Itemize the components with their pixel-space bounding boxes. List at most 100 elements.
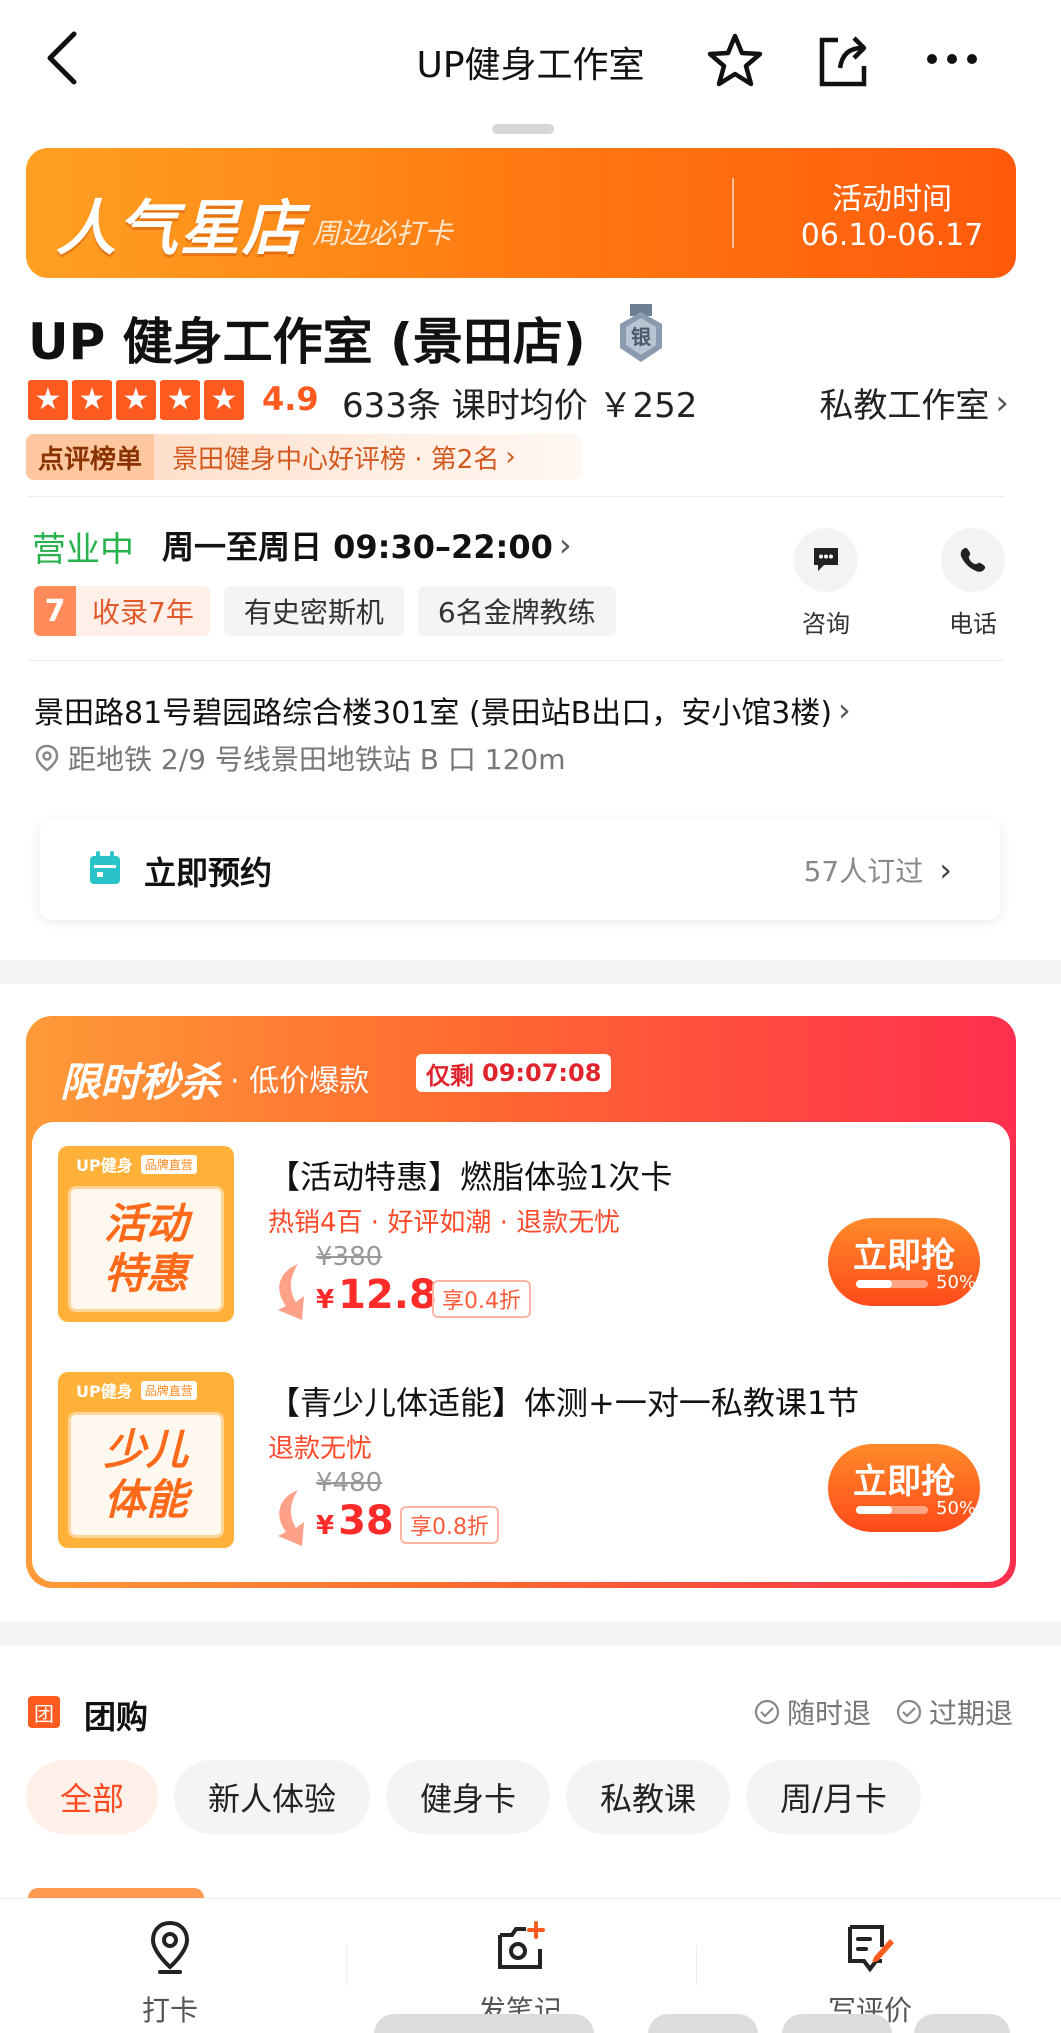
write-review-icon	[848, 1925, 894, 1973]
next-item-thumbnail-peek	[28, 1888, 204, 1898]
thumbnail-pill: 品牌直营	[140, 1380, 197, 1400]
booking-card[interactable]: 立即预约 57人订过 ›	[40, 818, 1000, 920]
sold-percent: 50%	[936, 1272, 977, 1293]
consult-button[interactable]: 咨询	[786, 528, 866, 639]
tab-divider	[346, 1945, 347, 1985]
chip-fitness-card[interactable]: 健身卡	[386, 1760, 551, 1834]
thumbnail-line: 少儿	[103, 1425, 188, 1474]
feature-tag: 6名金牌教练	[417, 586, 616, 636]
sold-progress-bar	[856, 1280, 928, 1288]
thumbnail-line: 活动	[103, 1199, 188, 1248]
grab-button-label: 立即抢	[853, 1236, 955, 1276]
listed-years-tag: 7 收录7年	[34, 586, 210, 636]
chevron-right-icon: ›	[558, 526, 572, 564]
booking-label: 立即预约	[144, 854, 273, 892]
price-drop-arrow-icon	[278, 1490, 304, 1546]
chevron-right-icon: ›	[838, 691, 851, 729]
overlay-shape	[374, 2014, 594, 2033]
address-link[interactable]: 景田路81号碧园路综合楼301室 (景田站B出口，安小馆3楼) ›	[34, 688, 851, 732]
section-gap	[0, 960, 1061, 984]
deal-highlights: 退款无忧	[268, 1434, 373, 1464]
sale-price: ¥12.8	[316, 1272, 437, 1318]
page-title: UP健身工作室	[416, 45, 645, 86]
refund-anytime: 随时退	[753, 1692, 871, 1732]
flash-deal-list: UP健身 品牌直营 活动 特惠 【活动特惠】燃脂体验1次卡 热销4百 · 好评如…	[32, 1122, 1010, 1582]
booking-count: 57人订过 ›	[804, 850, 952, 890]
years-number: 7	[34, 586, 76, 636]
sold-percent: 50%	[936, 1498, 977, 1519]
location-pin-icon	[35, 744, 59, 772]
years-label: 收录7年	[92, 596, 194, 629]
write-review-tab[interactable]: 写评价	[790, 1917, 950, 2029]
review-stats[interactable]: 633条 课时均价 ￥252	[342, 378, 697, 427]
thumbnail-header: UP健身 品牌直营	[58, 1146, 234, 1182]
sheet-grabber[interactable]	[492, 124, 554, 134]
feature-tags: 7 收录7年 有史密斯机 6名金牌教练	[34, 586, 616, 636]
checkin-tab[interactable]: 打卡	[90, 1917, 250, 2029]
sale-price: ¥38	[316, 1498, 394, 1544]
grab-button[interactable]: 立即抢 50%	[828, 1444, 980, 1532]
checkin-label: 打卡	[141, 1994, 198, 2027]
refund-anytime-label: 随时退	[786, 1697, 871, 1730]
camera-plus-icon	[498, 1921, 545, 1969]
ranking-pill[interactable]: 点评榜单 景田健身中心好评榜 · 第2名 ›	[26, 434, 582, 480]
countdown-time: 09:07:08	[482, 1059, 602, 1087]
chevron-right-icon: ›	[939, 851, 952, 889]
discount-badge: 享0.4折	[432, 1280, 531, 1318]
banner-title: 人气星店	[56, 194, 304, 264]
tab-divider	[696, 1945, 697, 1985]
thumbnail-card: 少儿 体能	[68, 1412, 224, 1538]
star-icon: ★	[204, 380, 244, 420]
thumbnail-header: UP健身 品牌直营	[58, 1372, 234, 1408]
popular-store-banner[interactable]: 人气星店 周边必打卡 活动时间 06.10-06.17	[26, 148, 1016, 278]
deal-title: 【活动特惠】燃脂体验1次卡	[268, 1158, 673, 1196]
more-icon[interactable]	[924, 44, 980, 74]
category-link[interactable]: 私教工作室 ›	[819, 378, 1009, 427]
discount-badge: 享0.8折	[400, 1506, 499, 1544]
star-icon: ★	[160, 380, 200, 420]
activity-label: 活动时间	[832, 182, 952, 217]
deal-highlights: 热销4百 · 好评如潮 · 退款无忧	[268, 1208, 621, 1238]
open-status: 营业中	[32, 530, 134, 570]
divider	[28, 496, 1004, 497]
refund-policies: 随时退 过期退	[753, 1692, 1013, 1732]
category-label: 私教工作室	[819, 386, 990, 426]
chip-personal-training[interactable]: 私教课	[566, 1760, 731, 1834]
currency-symbol: ¥	[316, 1285, 335, 1315]
divider	[28, 660, 1004, 661]
phone-button[interactable]: 电话	[933, 528, 1013, 639]
grab-button-label: 立即抢	[853, 1462, 955, 1502]
chevron-right-icon: ›	[505, 442, 516, 472]
grab-button[interactable]: 立即抢 50%	[828, 1218, 980, 1306]
phone-icon	[941, 528, 1005, 592]
deal-item[interactable]: UP健身 品牌直营 活动 特惠 【活动特惠】燃脂体验1次卡 热销4百 · 好评如…	[32, 1146, 1010, 1346]
chip-all[interactable]: 全部	[26, 1760, 159, 1834]
flash-title: 限时秒杀	[60, 1060, 220, 1106]
phone-label: 电话	[949, 610, 997, 638]
groupbuy-title: 团购	[84, 1698, 149, 1736]
overlay-shape	[782, 2014, 892, 2033]
feature-tag: 有史密斯机	[223, 586, 404, 636]
original-price: ¥480	[316, 1468, 383, 1498]
groupbuy-icon: 团	[28, 1696, 60, 1728]
rating-stars: ★ ★ ★ ★ ★	[28, 380, 244, 420]
banner-subtitle: 周边必打卡	[312, 217, 453, 250]
thumbnail-pill: 品牌直营	[140, 1154, 197, 1174]
chip-weekly-monthly-card[interactable]: 周/月卡	[746, 1760, 921, 1834]
address-text: 景田路81号碧园路综合楼301室 (景田站B出口，安小馆3楼)	[34, 696, 833, 731]
banner-divider	[732, 178, 734, 248]
bottom-action-bar: 打卡 发笔记 写评价	[0, 1898, 1061, 2033]
consult-label: 咨询	[802, 610, 850, 638]
ranking-text: 景田健身中心好评榜 · 第2名	[172, 444, 500, 475]
chip-newcomer[interactable]: 新人体验	[174, 1760, 371, 1834]
deal-item[interactable]: UP健身 品牌直营 少儿 体能 【青少儿体适能】体测+一对一私教课1节 退款无忧…	[32, 1372, 1010, 1572]
business-hours[interactable]: 周一至周日 09:30–22:00 ›	[162, 522, 572, 568]
currency-symbol: ¥	[316, 1511, 335, 1541]
refund-expired-label: 过期退	[928, 1697, 1013, 1730]
sold-progress-fill	[856, 1280, 892, 1288]
countdown-label: 仅剩	[426, 1061, 474, 1090]
share-icon[interactable]	[812, 30, 874, 92]
favorite-star-icon[interactable]	[704, 30, 766, 92]
post-note-tab[interactable]: 发笔记	[440, 1917, 600, 2029]
star-icon: ★	[28, 380, 68, 420]
